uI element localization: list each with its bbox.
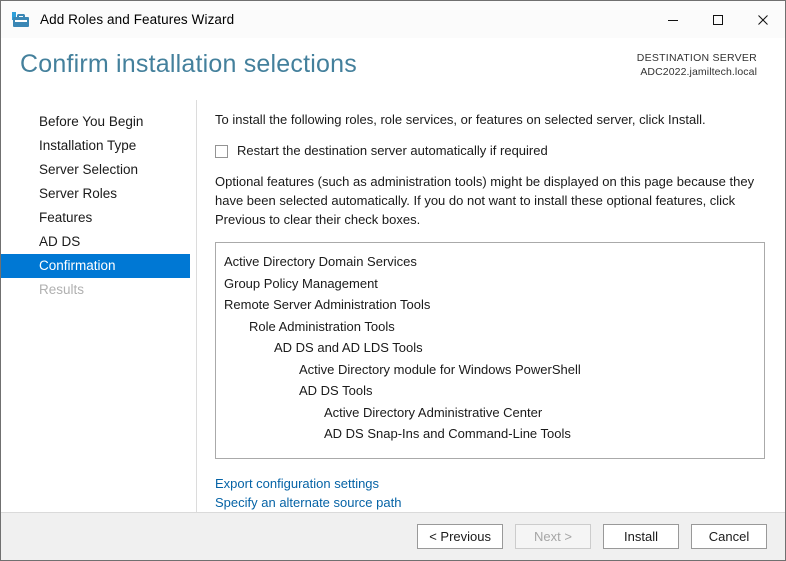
sidebar-item-confirmation[interactable]: Confirmation bbox=[1, 254, 190, 278]
list-item[interactable]: AD DS Snap-Ins and Command-Line Tools bbox=[216, 423, 764, 445]
add-roles-features-wizard-window: Add Roles and Features Wizard Confirm in… bbox=[0, 0, 786, 561]
sidebar-item-server-selection[interactable]: Server Selection bbox=[1, 158, 196, 182]
list-item[interactable]: Active Directory Domain Services bbox=[216, 251, 764, 273]
window-controls bbox=[650, 1, 785, 38]
list-item[interactable]: Active Directory Administrative Center bbox=[216, 402, 764, 424]
page-header: Confirm installation selections DESTINAT… bbox=[1, 38, 785, 100]
restart-server-checkbox-label: Restart the destination server automatic… bbox=[237, 143, 548, 160]
restart-server-checkbox[interactable] bbox=[215, 145, 228, 158]
list-item[interactable]: AD DS and AD LDS Tools bbox=[216, 337, 764, 359]
action-links: Export configuration settingsSpecify an … bbox=[215, 475, 765, 512]
window-title: Add Roles and Features Wizard bbox=[40, 12, 234, 27]
list-item[interactable]: Remote Server Administration Tools bbox=[216, 294, 764, 316]
next-button: Next > bbox=[515, 524, 591, 549]
list-item[interactable]: Active Directory module for Windows Powe… bbox=[216, 359, 764, 381]
sidebar-item-features[interactable]: Features bbox=[1, 206, 196, 230]
main-content: To install the following roles, role ser… bbox=[197, 100, 785, 512]
title-bar-left: Add Roles and Features Wizard bbox=[1, 11, 234, 29]
selected-features-listbox[interactable]: Active Directory Domain ServicesGroup Po… bbox=[215, 242, 765, 459]
sidebar-item-ad-ds[interactable]: AD DS bbox=[1, 230, 196, 254]
sidebar-item-server-roles[interactable]: Server Roles bbox=[1, 182, 196, 206]
list-item[interactable]: AD DS Tools bbox=[216, 380, 764, 402]
sidebar-item-results: Results bbox=[1, 278, 196, 302]
destination-server-block: DESTINATION SERVER ADC2022.jamiltech.loc… bbox=[637, 51, 757, 80]
destination-server-name: ADC2022.jamiltech.local bbox=[637, 65, 757, 79]
sidebar-item-before-you-begin[interactable]: Before You Begin bbox=[1, 110, 196, 134]
link-export-configuration-settings[interactable]: Export configuration settings bbox=[215, 475, 379, 493]
page-title: Confirm installation selections bbox=[20, 50, 357, 79]
cancel-button[interactable]: Cancel bbox=[691, 524, 767, 549]
restart-server-checkbox-row[interactable]: Restart the destination server automatic… bbox=[215, 143, 765, 160]
close-icon[interactable] bbox=[740, 1, 785, 38]
destination-server-label: DESTINATION SERVER bbox=[637, 51, 757, 65]
list-item[interactable]: Role Administration Tools bbox=[216, 316, 764, 338]
server-roles-icon bbox=[11, 11, 31, 29]
maximize-icon[interactable] bbox=[695, 1, 740, 38]
sidebar-item-installation-type[interactable]: Installation Type bbox=[1, 134, 196, 158]
wizard-navigation-sidebar: Before You BeginInstallation TypeServer … bbox=[1, 100, 197, 512]
install-instruction-text: To install the following roles, role ser… bbox=[215, 111, 765, 130]
title-bar: Add Roles and Features Wizard bbox=[1, 1, 785, 38]
wizard-button-bar: < Previous Next > Install Cancel bbox=[1, 512, 785, 560]
install-button[interactable]: Install bbox=[603, 524, 679, 549]
list-item[interactable]: Group Policy Management bbox=[216, 273, 764, 295]
optional-features-note: Optional features (such as administratio… bbox=[215, 172, 765, 230]
minimize-icon[interactable] bbox=[650, 1, 695, 38]
previous-button[interactable]: < Previous bbox=[417, 524, 503, 549]
body-area: Before You BeginInstallation TypeServer … bbox=[1, 100, 785, 512]
link-specify-an-alternate-source-path[interactable]: Specify an alternate source path bbox=[215, 494, 401, 512]
